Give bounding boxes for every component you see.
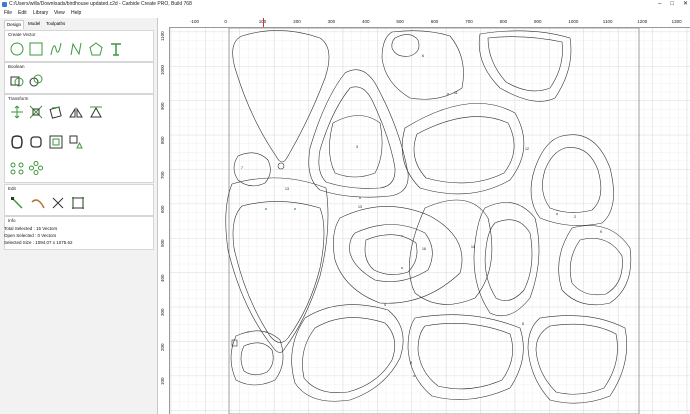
shape-label: 13 [285,187,289,191]
ruler-x-label: 1000 [568,19,579,24]
section-edit: Edit [4,184,154,216]
tab-toolpaths[interactable]: Toolpaths [44,20,67,28]
text-icon[interactable] [109,42,123,56]
section-header: Edit [8,186,16,191]
shape-label: 7 [241,166,243,170]
info-text: Total Selected : 15 Vectors Open Selecte… [4,225,73,246]
align-icon[interactable] [10,105,24,119]
ruler-y-label: 1000 [160,65,165,76]
minimize-button[interactable]: – [658,0,661,9]
weld-icon[interactable] [29,74,43,88]
menu-help[interactable]: Help [71,9,81,18]
tab-model[interactable]: Model [26,20,42,28]
section-header: Create Vector [8,32,36,37]
trim-icon[interactable] [31,196,45,210]
section-transform: Transform [4,94,154,183]
mirror-icon[interactable] [69,105,83,119]
ruler-y-label: 400 [160,274,165,282]
shape-label: 3 [356,145,358,149]
ruler-vertical: 1100 1000 900 800 700 600 500 400 300 200 100 [158,27,170,414]
window-titlebar: C:/Users/wills/Downloads/birdhouse updat… [0,0,690,9]
ruler-y-label: 700 [160,171,165,179]
node-edit-icon[interactable] [10,196,24,210]
shape-label: 6 [422,54,424,58]
shape-label: 4 [384,303,386,307]
total-selected: Total Selected : 15 Vectors [4,226,58,231]
ruler-y-label: 900 [160,102,165,110]
menu-library[interactable]: Library [33,9,48,18]
shape-label: 5 [522,322,524,326]
shape-label: 8 [410,361,412,365]
menu-file[interactable]: File [4,9,12,18]
ruler-y-label: 1100 [160,31,165,41]
ruler-x-label: 200 [293,19,301,24]
left-panel: Design Model Toolpaths Create Vector Boo… [0,18,158,414]
rotate-icon[interactable] [49,105,63,119]
ruler-cursor-marker [263,18,264,27]
inset-icon[interactable] [49,135,63,149]
window-title: C:/Users/wills/Downloads/birdhouse updat… [9,1,192,7]
shape-label: 13 [358,205,362,209]
polyline-icon[interactable] [69,42,83,56]
ruler-horizontal: -100010020030040050060070080090010001100… [158,18,690,28]
polygon-icon[interactable] [89,42,103,56]
join-icon[interactable] [10,74,24,88]
section-header: Boolean [8,64,25,69]
shape-label: 2 [574,215,576,219]
menu-bar: File Edit Library View Help [0,9,690,18]
ruler-y-label: 300 [160,308,165,317]
tab-design[interactable]: Design [4,20,25,29]
ruler-x-label: 300 [327,19,336,24]
cut-icon[interactable] [51,196,65,210]
shape-label: 11 [454,91,458,95]
group-icon[interactable] [69,135,83,149]
section-header: Transform [8,96,29,101]
maximize-button[interactable]: □ [670,0,674,9]
app-icon [2,2,7,7]
shape-label: 9 [600,230,602,234]
ruler-x-label: 700 [465,19,473,24]
offset-icon[interactable] [10,135,24,149]
array-icon[interactable] [89,105,103,119]
ruler-x-label: 800 [499,19,508,24]
open-selected: Open Selected : 0 Vectors [4,233,57,238]
ruler-y-label: 500 [160,239,165,248]
bounds-icon[interactable] [71,196,85,210]
scale-icon[interactable] [29,105,43,119]
ruler-x-label: 500 [396,19,404,24]
ruler-x-label: 1300 [671,19,682,24]
ungroup-icon[interactable] [10,161,24,175]
grid-major [170,28,690,414]
ruler-y-label: 800 [160,136,165,145]
section-header: Info [8,218,16,223]
rectangle-icon[interactable] [29,42,43,56]
ruler-x-label: 400 [362,19,370,24]
ruler-y-label: 600 [160,205,165,213]
ruler-x-label: 0 [224,19,227,24]
drawing-svg[interactable]: 7 13 13 12 6 11 16 14 9 4 5 8 2 3 [170,28,690,414]
curve-icon[interactable] [49,42,63,56]
section-boolean: Boolean [4,62,154,94]
circle-icon[interactable] [10,42,24,56]
shape-label: 14 [471,245,475,249]
shape-label: 16 [422,247,426,251]
fillet-icon[interactable] [29,135,43,149]
selected-size: Selected Size : 1094.07 x 1075.62 [4,240,73,245]
shape-label: 12 [525,147,529,151]
section-create-vector: Create Vector [4,30,154,62]
menu-edit[interactable]: Edit [18,9,27,18]
ruler-x-label: 900 [534,19,542,24]
ruler-x-label: 600 [430,19,439,24]
ruler-x-label: 1100 [602,19,613,24]
ruler-y-label: 100 [160,377,165,385]
close-button[interactable]: ✕ [683,0,688,9]
circular-array-icon[interactable] [29,161,43,175]
ruler-x-label: 1200 [637,19,648,24]
ruler-y-label: 200 [160,343,165,351]
menu-view[interactable]: View [54,9,65,18]
ruler-x-label: -100 [190,19,200,24]
